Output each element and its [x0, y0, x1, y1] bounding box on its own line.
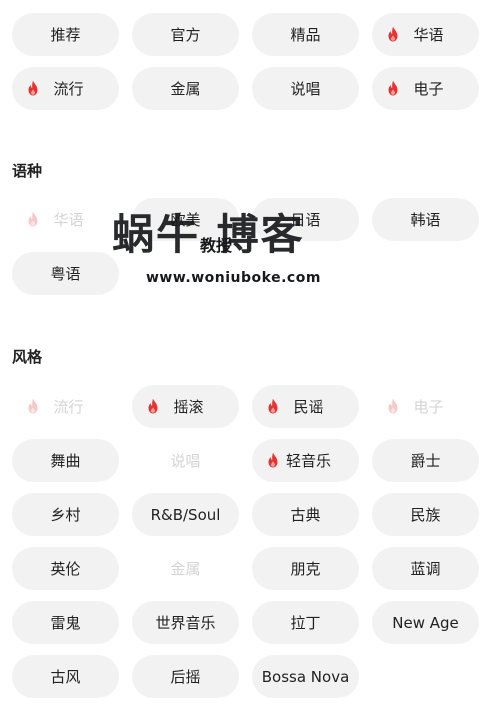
tag-label: 爵士 [410, 452, 441, 470]
style-tag-16[interactable]: 雷鬼 [12, 601, 119, 644]
style-tag-9[interactable]: R&B/Soul [132, 493, 239, 536]
style-tag-6[interactable]: 轻音乐 [252, 439, 359, 482]
language-tag-0: 华语 [12, 198, 119, 241]
tag-label: 摇滚 [173, 398, 204, 416]
style-tag-8[interactable]: 乡村 [12, 493, 119, 536]
tag-label: 拉丁 [290, 614, 321, 632]
style-tag-5: 说唱 [132, 439, 239, 482]
language-tag-3[interactable]: 韩语 [372, 198, 479, 241]
flame-icon [387, 80, 399, 96]
top-tag-1[interactable]: 官方 [132, 13, 239, 56]
tag-label: 欧美 [170, 211, 201, 229]
language-tag-2[interactable]: 日语 [252, 198, 359, 241]
style-tag-17[interactable]: 世界音乐 [132, 601, 239, 644]
tag-label: 古风 [50, 668, 81, 686]
tag-label: 蓝调 [410, 560, 441, 578]
tag-label: 世界音乐 [155, 614, 216, 632]
tag-label: 雷鬼 [50, 614, 81, 632]
style-tag-13: 金属 [132, 547, 239, 590]
top-tag-7[interactable]: 电子 [372, 67, 479, 110]
tag-label: R&B/Soul [150, 505, 221, 524]
tag-label: 英伦 [50, 560, 81, 578]
section-title-language: 语种 [12, 162, 43, 180]
language-tag-grid: 华语 欧美 日语 韩语粤语 [12, 198, 488, 295]
tag-label: 朋克 [290, 560, 321, 578]
style-tag-15[interactable]: 蓝调 [372, 547, 479, 590]
flame-icon [387, 398, 399, 414]
top-tag-4[interactable]: 流行 [12, 67, 119, 110]
style-tag-7[interactable]: 爵士 [372, 439, 479, 482]
style-tag-18[interactable]: 拉丁 [252, 601, 359, 644]
style-tag-19[interactable]: New Age [372, 601, 479, 644]
style-tag-1[interactable]: 摇滚 [132, 385, 239, 428]
tag-label: 精品 [290, 26, 321, 44]
tag-label: 华语 [413, 26, 444, 44]
style-tag-0: 流行 [12, 385, 119, 428]
tag-label: 电子 [413, 398, 444, 416]
tag-label: 说唱 [170, 452, 201, 470]
style-tag-12[interactable]: 英伦 [12, 547, 119, 590]
tag-label: 流行 [53, 398, 84, 416]
style-tag-21[interactable]: 后摇 [132, 655, 239, 698]
tag-label: New Age [392, 613, 459, 632]
tag-label: 后摇 [170, 668, 201, 686]
flame-icon [267, 398, 279, 414]
tag-label: 金属 [170, 560, 201, 578]
tag-label: 古典 [290, 506, 321, 524]
style-tag-10[interactable]: 古典 [252, 493, 359, 536]
tag-label: 官方 [170, 26, 201, 44]
style-tag-22[interactable]: Bossa Nova [252, 655, 359, 698]
tag-label: 推荐 [50, 26, 81, 44]
tag-label: 民族 [410, 506, 441, 524]
tag-label: 乡村 [50, 506, 81, 524]
style-tag-4[interactable]: 舞曲 [12, 439, 119, 482]
top-tag-0[interactable]: 推荐 [12, 13, 119, 56]
style-tag-14[interactable]: 朋克 [252, 547, 359, 590]
top-tag-3[interactable]: 华语 [372, 13, 479, 56]
flame-icon [27, 80, 39, 96]
tag-label: 华语 [53, 211, 84, 229]
language-tag-1[interactable]: 欧美 [132, 198, 239, 241]
top-tag-5[interactable]: 金属 [132, 67, 239, 110]
language-tag-4[interactable]: 粤语 [12, 252, 119, 295]
style-tag-20[interactable]: 古风 [12, 655, 119, 698]
tag-label: 韩语 [410, 211, 441, 229]
top-tag-6[interactable]: 说唱 [252, 67, 359, 110]
flame-icon [387, 26, 399, 42]
tag-label: 日语 [290, 211, 321, 229]
style-tag-3: 电子 [372, 385, 479, 428]
flame-icon [27, 398, 39, 414]
style-tag-2[interactable]: 民谣 [252, 385, 359, 428]
flame-icon [27, 211, 39, 227]
tag-label: 民谣 [293, 398, 324, 416]
top-tag-2[interactable]: 精品 [252, 13, 359, 56]
flame-icon [147, 398, 159, 414]
section-title-style: 风格 [12, 348, 43, 366]
style-tag-11[interactable]: 民族 [372, 493, 479, 536]
flame-icon [267, 452, 279, 468]
style-tag-grid: 流行 摇滚 民谣 电子舞曲 说唱 轻音乐 爵士乡村 R&B/Soul 古典 民族英伦 金属 朋克 蓝调雷… [12, 385, 488, 698]
tag-label: 金属 [170, 80, 201, 98]
tag-label: 舞曲 [50, 452, 81, 470]
tag-label: 说唱 [290, 80, 321, 98]
top-tag-grid: 推荐 官方 精品 华语流行 金属 说唱 电子 [12, 13, 488, 110]
tag-label: 粤语 [50, 265, 81, 283]
tag-label: 流行 [53, 80, 84, 98]
tag-label: 电子 [413, 80, 444, 98]
tag-label: Bossa Nova [261, 667, 350, 686]
tag-label: 轻音乐 [285, 452, 331, 470]
